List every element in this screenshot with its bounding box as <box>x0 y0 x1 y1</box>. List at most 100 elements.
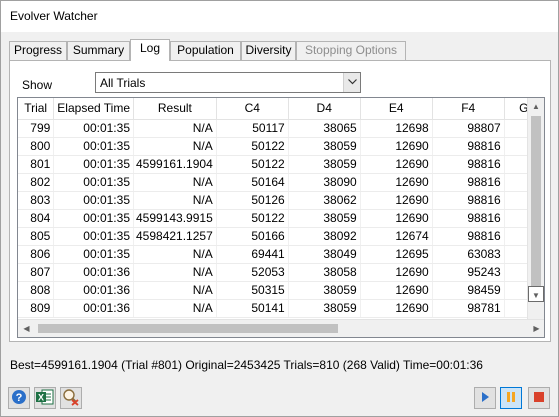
table-row[interactable]: 803 00:01:35 N/A 50126 38062 12690 98816 <box>18 191 544 210</box>
tab-label: Stopping Options <box>304 43 398 57</box>
log-settings-button[interactable] <box>60 387 82 409</box>
excel-report-button[interactable]: X <box>34 387 56 409</box>
table-cell: 808 <box>18 281 55 300</box>
table-cell: N/A <box>133 299 217 318</box>
title-bar: Evolver Watcher <box>1 1 558 32</box>
table-row[interactable]: 799 00:01:35 N/A 50117 38065 12698 98807 <box>18 119 544 138</box>
table-cell: 98781 <box>432 299 505 318</box>
table-cell: 98816 <box>432 155 505 174</box>
tab-population[interactable]: Population <box>170 41 241 60</box>
column-header[interactable]: Trial <box>18 98 55 120</box>
tab-diversity[interactable]: Diversity <box>241 41 296 60</box>
scroll-right-icon[interactable]: ▶ <box>528 320 544 337</box>
table-cell: 00:01:35 <box>53 155 134 174</box>
horizontal-scroll-thumb[interactable] <box>38 324 338 333</box>
table-cell: 00:01:36 <box>53 281 134 300</box>
table-row[interactable]: 804 00:01:35 4599143.9915 50122 38059 12690 98… <box>18 209 544 228</box>
table-cell: 12690 <box>360 155 433 174</box>
table-cell: 50166 <box>216 227 289 246</box>
pause-icon <box>505 391 517 406</box>
tab-progress[interactable]: Progress <box>9 41 67 60</box>
table-cell: 4598421.1257 <box>133 227 217 246</box>
svg-text:X: X <box>38 392 44 402</box>
show-dropdown[interactable]: All Trials <box>95 72 361 93</box>
table-cell: 12695 <box>360 245 433 264</box>
excel-icon: X <box>36 389 54 408</box>
table-cell: 38059 <box>288 137 361 156</box>
horizontal-scrollbar[interactable]: ◀ ▶ <box>18 319 544 337</box>
table-cell: 12698 <box>360 119 433 138</box>
show-label: Show <box>22 78 53 92</box>
table-cell: 12690 <box>360 263 433 282</box>
help-icon: ? <box>11 389 27 408</box>
table-cell: 98816 <box>432 137 505 156</box>
scroll-left-icon[interactable]: ◀ <box>18 320 35 337</box>
table-cell: 12690 <box>360 173 433 192</box>
column-header[interactable]: Result <box>133 98 217 120</box>
table-cell: 00:01:35 <box>53 119 134 138</box>
table-cell: N/A <box>133 245 217 264</box>
table-cell: 50141 <box>216 299 289 318</box>
stop-button[interactable] <box>528 387 550 409</box>
table-row[interactable]: 805 00:01:35 4598421.1257 50166 38092 12674 98… <box>18 227 544 246</box>
table-row[interactable]: 807 00:01:36 N/A 52053 38058 12690 95243 <box>18 263 544 282</box>
column-header[interactable]: E4 <box>360 98 433 120</box>
table-cell: 00:01:35 <box>53 227 134 246</box>
table-cell: 00:01:36 <box>53 299 134 318</box>
column-header[interactable]: F4 <box>432 98 505 120</box>
status-line: Best=4599161.1904 (Trial #801) Original=… <box>10 358 483 372</box>
tab-summary[interactable]: Summary <box>67 41 130 60</box>
table-cell: 38092 <box>288 227 361 246</box>
table-cell: N/A <box>133 263 217 282</box>
table-cell: 50122 <box>216 155 289 174</box>
run-button[interactable] <box>474 387 496 409</box>
table-cell: 805 <box>18 227 55 246</box>
table-cell: 4599143.9915 <box>133 209 217 228</box>
table-cell: 12690 <box>360 137 433 156</box>
log-panel: Show All Trials Trial Elapsed Time Result C… <box>9 60 551 342</box>
tab-strip: Progress Summary Log Population Diversit… <box>9 39 549 61</box>
table-cell: 38090 <box>288 173 361 192</box>
table-cell: 38058 <box>288 263 361 282</box>
tab-label: Progress <box>13 43 63 57</box>
table-cell: 802 <box>18 173 55 192</box>
log-table[interactable]: Trial Elapsed Time Result C4 D4 E4 F4 G 799 00:0… <box>17 97 545 338</box>
table-row[interactable]: 806 00:01:35 N/A 69441 38049 12695 63083 <box>18 245 544 264</box>
scroll-down-icon[interactable]: ▼ <box>528 286 544 302</box>
table-cell: 38065 <box>288 119 361 138</box>
chevron-down-icon[interactable] <box>343 73 360 92</box>
table-cell: 50164 <box>216 173 289 192</box>
table-cell: 98816 <box>432 191 505 210</box>
table-row[interactable]: 802 00:01:35 N/A 50164 38090 12690 98816 <box>18 173 544 192</box>
column-header[interactable]: C4 <box>216 98 289 120</box>
svg-text:?: ? <box>16 392 23 404</box>
tab-label: Diversity <box>245 43 292 57</box>
table-cell: 00:01:35 <box>53 245 134 264</box>
table-cell: 38059 <box>288 209 361 228</box>
table-cell: 809 <box>18 299 55 318</box>
table-cell: N/A <box>133 119 217 138</box>
table-cell: 50126 <box>216 191 289 210</box>
column-header[interactable]: D4 <box>288 98 361 120</box>
table-row[interactable]: 808 00:01:36 N/A 50315 38059 12690 98459 <box>18 281 544 300</box>
scroll-up-icon[interactable]: ▲ <box>528 98 544 115</box>
table-cell: 00:01:35 <box>53 137 134 156</box>
table-row[interactable]: 800 00:01:35 N/A 50122 38059 12690 98816 <box>18 137 544 156</box>
table-row[interactable]: 809 00:01:36 N/A 50141 38059 12690 98781 <box>18 299 544 318</box>
stop-icon <box>533 391 545 406</box>
table-cell: 38049 <box>288 245 361 264</box>
table-cell: 800 <box>18 137 55 156</box>
pause-button[interactable] <box>500 387 522 409</box>
column-header[interactable]: Elapsed Time <box>53 98 134 120</box>
vertical-scrollbar[interactable]: ▲ ▼ <box>527 98 544 320</box>
tab-label: Population <box>177 43 234 57</box>
help-button[interactable]: ? <box>8 387 30 409</box>
vertical-scroll-thumb[interactable] <box>531 116 541 296</box>
table-cell: 00:01:35 <box>53 209 134 228</box>
table-cell: 50122 <box>216 209 289 228</box>
tab-stopping-options: Stopping Options <box>296 41 406 60</box>
tab-log[interactable]: Log <box>130 39 170 61</box>
table-row[interactable]: 801 00:01:35 4599161.1904 50122 38059 12690 98… <box>18 155 544 174</box>
table-cell: N/A <box>133 137 217 156</box>
table-cell: 69441 <box>216 245 289 264</box>
